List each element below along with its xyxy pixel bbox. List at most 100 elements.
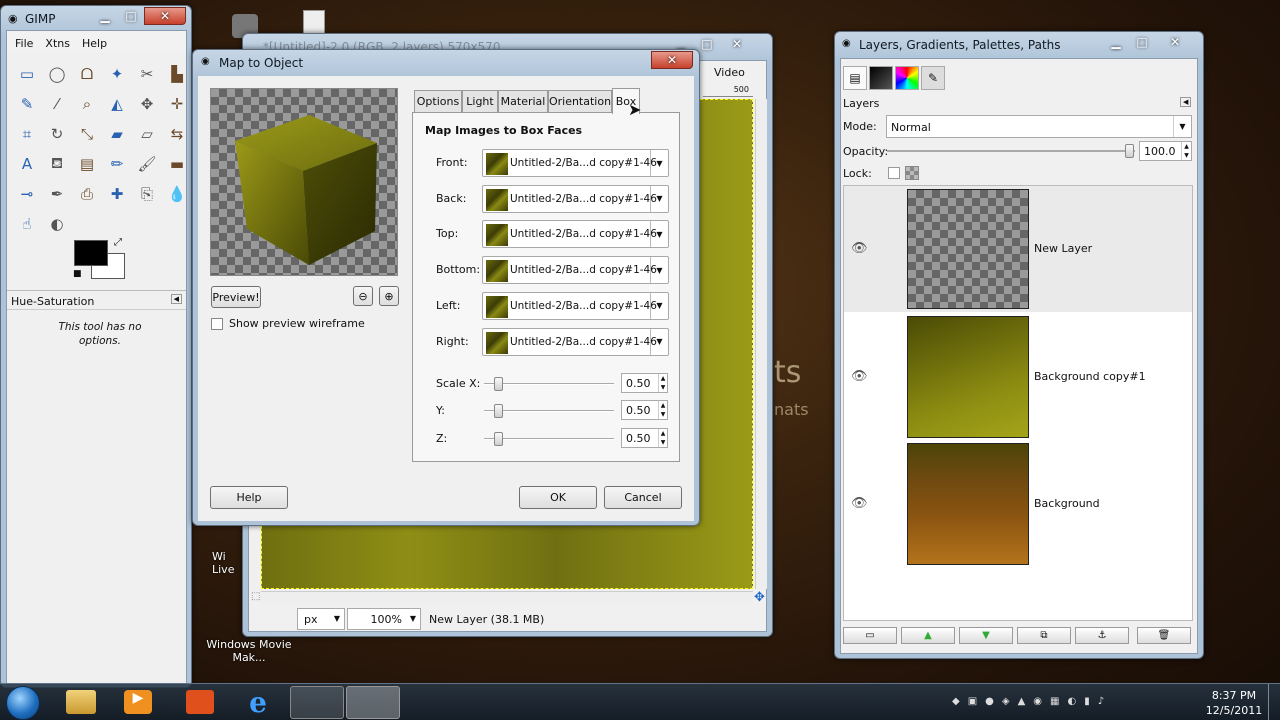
layer-name[interactable]: Background copy#1 <box>1034 370 1146 383</box>
tray-icon-7[interactable]: ▦ <box>1050 696 1059 710</box>
opacity-spinner[interactable]: 100.0 ▲ ▼ <box>1139 141 1192 161</box>
anchor-layer-button[interactable]: ⚓ <box>1075 627 1129 644</box>
scale-slider-knob[interactable] <box>494 404 503 419</box>
horizontal-scrollbar[interactable] <box>261 591 753 603</box>
lock-pixels-checkbox[interactable] <box>888 167 900 179</box>
new-layer-button[interactable]: ▭ <box>843 627 897 644</box>
minimize-icon[interactable]: ▁ <box>92 7 118 25</box>
ink-icon[interactable]: ✒ <box>45 182 69 206</box>
dodge-icon[interactable]: ◐ <box>45 212 69 236</box>
airbrush-icon[interactable]: ⊸ <box>15 182 39 206</box>
cancel-button[interactable]: Cancel <box>604 486 682 509</box>
menu-help[interactable]: Help <box>82 37 107 53</box>
opacity-slider-knob[interactable] <box>1125 144 1134 158</box>
spin-arrows-icon[interactable]: ▲ ▼ <box>658 374 667 392</box>
swap-colors-icon[interactable]: ⤢ <box>114 237 122 248</box>
default-colors-icon[interactable]: ■ <box>73 269 82 279</box>
wireframe-checkbox[interactable] <box>211 318 223 330</box>
ie-taskbar-icon[interactable]: e <box>242 686 274 719</box>
layers-close-icon[interactable]: ✕ <box>1155 33 1195 51</box>
tray-icon-6[interactable]: ◉ <box>1033 696 1042 710</box>
face-image-select[interactable]: Untitled-2/Ba...d copy#1-46 ▼ <box>482 149 669 177</box>
scale-slider[interactable] <box>484 431 614 446</box>
crop-icon[interactable]: ⌗ <box>15 122 39 146</box>
tray-icon-8[interactable]: ◐ <box>1067 696 1076 710</box>
app-taskbar-icon[interactable] <box>186 690 214 714</box>
layers-maximize-icon[interactable]: □ <box>1129 33 1155 51</box>
spin-arrows-icon[interactable]: ▲ ▼ <box>658 428 667 447</box>
dock-tab-layers[interactable]: ▤ <box>843 66 867 90</box>
image-close-icon[interactable]: ✕ <box>720 35 754 53</box>
eye-icon[interactable]: 👁 <box>851 241 868 256</box>
panel-menu-icon[interactable]: ◀ <box>170 294 182 304</box>
align-icon[interactable]: ✛ <box>165 92 189 116</box>
perspective-clone-icon[interactable]: ⎘ <box>135 182 159 206</box>
menu-xtns[interactable]: Xtns <box>45 37 70 53</box>
rotate-icon[interactable]: ↻ <box>45 122 69 146</box>
tab-light[interactable]: Light <box>462 90 498 112</box>
start-button[interactable] <box>6 686 40 720</box>
ok-button[interactable]: OK <box>519 486 597 509</box>
maximize-icon[interactable]: □ <box>118 7 144 25</box>
scale-slider-knob[interactable] <box>494 377 503 391</box>
eye-icon[interactable]: 👁 <box>851 369 868 384</box>
fg-color-swatch-top[interactable] <box>74 240 108 266</box>
zoom-out-button[interactable]: ⊖ <box>353 286 373 306</box>
tray-icon-3[interactable]: ● <box>985 696 994 710</box>
scale-icon[interactable]: ⤡ <box>75 122 99 146</box>
blend-icon[interactable]: ▤ <box>75 152 99 176</box>
perspective-icon[interactable]: ▱ <box>135 122 159 146</box>
face-image-select[interactable]: Untitled-2/Ba...d copy#1-46 ▼ <box>482 291 669 320</box>
layer-name[interactable]: Background <box>1034 497 1100 510</box>
clock[interactable]: 8:37 PM 12/5/2011 <box>1204 688 1264 718</box>
color-picker-icon[interactable]: ⁄ <box>45 92 69 116</box>
text-icon[interactable]: A <box>15 152 39 176</box>
shear-icon[interactable]: ▰ <box>105 122 129 146</box>
menu-video[interactable]: Video <box>714 66 745 79</box>
rect-select-icon[interactable]: ▭ <box>15 62 39 86</box>
bucket-fill-icon[interactable]: ⛾ <box>45 152 69 176</box>
dock-tab-channels[interactable] <box>869 66 893 90</box>
scale-spinner[interactable]: 0.50 ▲ ▼ <box>621 427 668 448</box>
quick-mask-icon[interactable]: ⬚ <box>251 591 260 602</box>
scale-slider[interactable] <box>484 404 614 419</box>
face-image-select[interactable]: Untitled-2/Ba...d copy#1-46 ▼ <box>482 327 669 356</box>
tray-icon-5[interactable]: ▲ <box>1018 696 1026 710</box>
tray-icon-2[interactable]: ▣ <box>968 696 977 710</box>
tab-material[interactable]: Material <box>498 90 548 112</box>
fg-select-icon[interactable]: ▙ <box>165 62 189 86</box>
paths-icon[interactable]: ✎ <box>15 92 39 116</box>
face-image-select[interactable]: Untitled-2/Ba...d copy#1-46 ▼ <box>482 184 669 213</box>
tray-icon-1[interactable]: ◆ <box>952 696 960 710</box>
dock-tab-paths[interactable]: ✎ <box>921 66 945 90</box>
mode-select[interactable]: Normal ▼ <box>886 115 1192 138</box>
help-button[interactable]: Help <box>210 486 288 509</box>
lower-layer-button[interactable]: ▼ <box>959 627 1013 644</box>
preview-button[interactable]: Preview! <box>211 286 261 308</box>
eraser-icon[interactable]: ▬ <box>165 152 189 176</box>
layers-panel-menu-icon[interactable]: ◀ <box>1180 97 1192 107</box>
tab-options[interactable]: Options <box>414 90 462 112</box>
navigate-icon[interactable]: ✥ <box>754 590 765 605</box>
lock-alpha-icon[interactable] <box>905 166 919 180</box>
move-icon[interactable]: ✥ <box>135 92 159 116</box>
opacity-slider[interactable] <box>887 144 1135 158</box>
zoom-icon[interactable]: ⌕ <box>75 92 99 116</box>
volume-icon[interactable]: ♪ <box>1098 696 1104 710</box>
ellipse-select-icon[interactable]: ◯ <box>45 62 69 86</box>
scale-spinner[interactable]: 0.50 ▲ ▼ <box>621 400 668 421</box>
raise-layer-button[interactable]: ▲ <box>901 627 955 644</box>
desktop-icon-moviemaker[interactable]: Windows Movie Mak... <box>204 638 294 664</box>
layers-minimize-icon[interactable]: ▁ <box>1103 33 1129 51</box>
fuzzy-select-icon[interactable]: ✦ <box>105 62 129 86</box>
dock-tab-palettes[interactable] <box>895 66 919 90</box>
flip-icon[interactable]: ⇆ <box>165 122 189 146</box>
gimp-taskbar-button-1[interactable] <box>290 686 344 719</box>
zoom-select[interactable]: 100% ▼ <box>347 608 421 630</box>
delete-layer-button[interactable]: 🗑 <box>1137 627 1191 644</box>
scale-spinner[interactable]: 0.50 ▲ ▼ <box>621 373 668 393</box>
desktop-icon-live[interactable]: Wi Live <box>212 550 236 576</box>
media-player-taskbar-icon[interactable]: ▶ <box>124 690 152 714</box>
smudge-icon[interactable]: ☝ <box>15 212 39 236</box>
layer-name[interactable]: New Layer <box>1034 242 1092 255</box>
